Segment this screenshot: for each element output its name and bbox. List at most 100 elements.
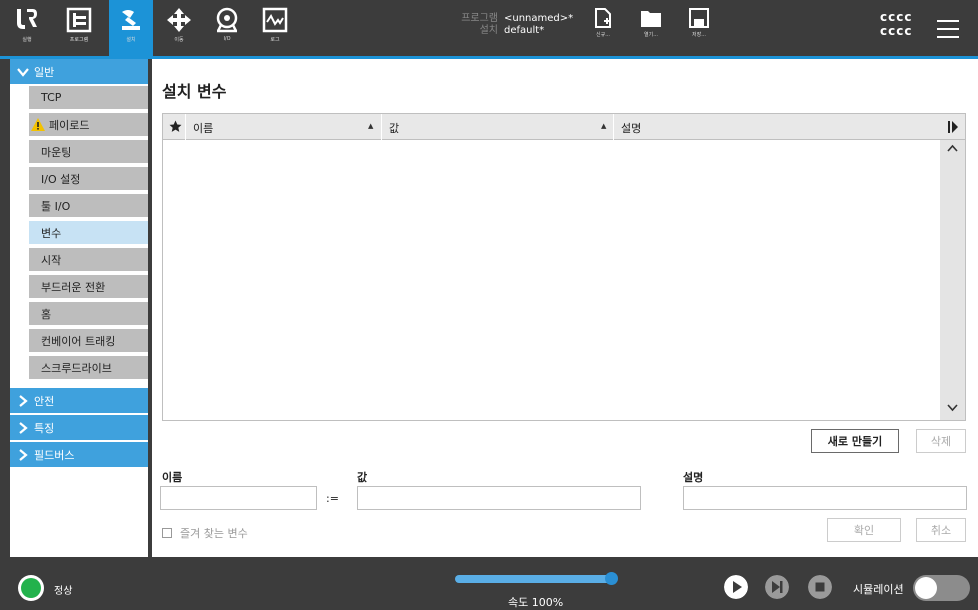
sidebar-section-label: 일반 [34, 65, 55, 79]
table-header: 이름 ▲ 값 ▲ 설명 [163, 114, 965, 140]
nav-log-label: 로그 [270, 37, 280, 43]
sidebar-item-tool-io[interactable]: 툴 I/O [29, 194, 148, 219]
name-input[interactable] [160, 486, 317, 510]
nav-move-button[interactable]: 이동 [160, 0, 198, 56]
column-divider [613, 114, 614, 140]
sidebar-item-label: 부드러운 전환 [41, 280, 106, 294]
open-folder-icon [641, 11, 661, 27]
open-file-button[interactable]: 열기... [636, 8, 666, 52]
status-indicator-icon[interactable] [18, 575, 44, 601]
warning-icon [31, 118, 45, 131]
hamburger-menu-icon[interactable] [937, 20, 959, 44]
sidebar: 일반 TCP 페이로드 마운팅 I/O 설정 툴 I/O 변수 시작 부드러운 … [10, 59, 148, 557]
nav-io-button[interactable]: I/O [208, 0, 246, 56]
variables-table: 이름 ▲ 값 ▲ 설명 [162, 113, 966, 421]
install-value: default* [504, 25, 545, 36]
description-input[interactable] [683, 486, 967, 510]
open-file-label: 열기... [644, 32, 658, 38]
cancel-button[interactable]: 취소 [916, 518, 966, 542]
delete-button[interactable]: 삭제 [916, 429, 966, 453]
sidebar-item-label: 홈 [41, 307, 52, 321]
ok-button[interactable]: 확인 [827, 518, 901, 542]
sidebar-section-general[interactable]: 일반 [10, 59, 148, 84]
sort-ascending-icon[interactable]: ▲ [601, 122, 606, 130]
sidebar-item-io-setup[interactable]: I/O 설정 [29, 167, 148, 192]
sidebar-item-label: 페이로드 [49, 118, 90, 132]
checkbox-icon [162, 528, 172, 538]
column-divider [381, 114, 382, 140]
sidebar-item-home[interactable]: 홈 [29, 302, 148, 327]
chevron-down-icon [17, 67, 29, 77]
sidebar-item-tcp[interactable]: TCP [29, 86, 148, 111]
stop-icon[interactable] [808, 575, 832, 599]
star-icon[interactable] [169, 120, 182, 133]
nav-program-button[interactable]: 프로그램 [60, 0, 98, 56]
save-icon [689, 8, 709, 28]
sidebar-section-fieldbus[interactable]: 필드버스 [10, 442, 148, 467]
program-info: 프로그램 <unnamed>* 설치 default* [446, 13, 573, 37]
log-icon [262, 7, 288, 33]
nav-install-button[interactable]: 설치 [109, 0, 153, 56]
column-header-value[interactable]: 값 [389, 120, 399, 136]
column-header-name[interactable]: 이름 [193, 120, 213, 136]
simulation-label: 시뮬레이션 [853, 583, 904, 596]
robot-name: cccc cccc [880, 10, 912, 38]
table-scrollbar[interactable] [940, 140, 965, 420]
program-value: <unnamed>* [504, 13, 574, 24]
save-file-label: 저장... [692, 32, 706, 38]
sort-ascending-icon[interactable]: ▲ [368, 122, 373, 130]
sidebar-item-label: 스크루드라이브 [41, 361, 112, 375]
sidebar-item-mounting[interactable]: 마운팅 [29, 140, 148, 165]
speed-slider[interactable] [455, 575, 611, 583]
sidebar-item-conveyor-tracking[interactable]: 컨베이어 트래킹 [29, 329, 148, 354]
name-label: 이름 [162, 471, 183, 484]
sidebar-item-label: 시작 [41, 253, 62, 267]
sidebar-item-label: TCP [41, 91, 62, 104]
simulation-toggle[interactable] [913, 575, 970, 601]
sidebar-item-smooth-transition[interactable]: 부드러운 전환 [29, 275, 148, 300]
column-header-description[interactable]: 설명 [621, 120, 641, 136]
footer-bar: 정상 속도 100% 시뮬레이션 [0, 564, 978, 609]
save-file-button[interactable]: 저장... [684, 8, 714, 52]
sidebar-section-label: 필드버스 [34, 448, 75, 462]
sidebar-section-features[interactable]: 특징 [10, 415, 148, 440]
sidebar-section-label: 특징 [34, 421, 55, 435]
io-icon [216, 7, 238, 33]
page-title: 설치 변수 [162, 82, 227, 101]
column-toggle-icon[interactable] [948, 121, 958, 133]
nav-run-label: 실행 [22, 37, 32, 43]
sidebar-item-startup[interactable]: 시작 [29, 248, 148, 273]
robot-name-line-2: cccc [880, 24, 913, 38]
install-icon [122, 10, 140, 30]
scroll-up-icon[interactable] [947, 142, 958, 155]
speed-slider-handle[interactable] [605, 572, 618, 585]
status-text: 정상 [54, 586, 73, 597]
program-key: 프로그램 [461, 13, 498, 24]
scroll-down-icon[interactable] [947, 402, 958, 415]
value-input[interactable] [357, 486, 641, 510]
robot-name-line-1: cccc [880, 10, 913, 24]
chevron-right-icon [19, 394, 28, 407]
nav-run-button[interactable]: 실행 [8, 0, 46, 56]
new-file-label: 신규... [596, 32, 610, 38]
sidebar-section-safety[interactable]: 안전 [10, 388, 148, 413]
sidebar-item-screwdriving[interactable]: 스크루드라이브 [29, 356, 148, 381]
new-file-button[interactable]: 신규... [588, 8, 618, 52]
play-icon[interactable] [724, 575, 748, 599]
sidebar-item-variables[interactable]: 변수 [29, 221, 148, 246]
chevron-right-icon [19, 421, 28, 434]
value-label: 값 [357, 471, 368, 484]
column-divider [185, 114, 186, 140]
move-icon [167, 8, 191, 32]
nav-program-label: 프로그램 [69, 37, 89, 43]
nav-install-label: 설치 [126, 37, 136, 43]
sidebar-section-label: 안전 [34, 394, 55, 408]
install-key: 설치 [479, 25, 498, 36]
favorite-label: 즐겨 찾는 변수 [180, 527, 248, 540]
sidebar-item-payload[interactable]: 페이로드 [29, 113, 148, 138]
step-icon[interactable] [765, 575, 789, 599]
new-variable-button[interactable]: 새로 만들기 [811, 429, 899, 453]
nav-log-button[interactable]: 로그 [256, 0, 294, 56]
sidebar-item-label: 컨베이어 트래킹 [41, 334, 116, 348]
favorite-checkbox[interactable]: 즐겨 찾는 변수 [162, 525, 248, 541]
